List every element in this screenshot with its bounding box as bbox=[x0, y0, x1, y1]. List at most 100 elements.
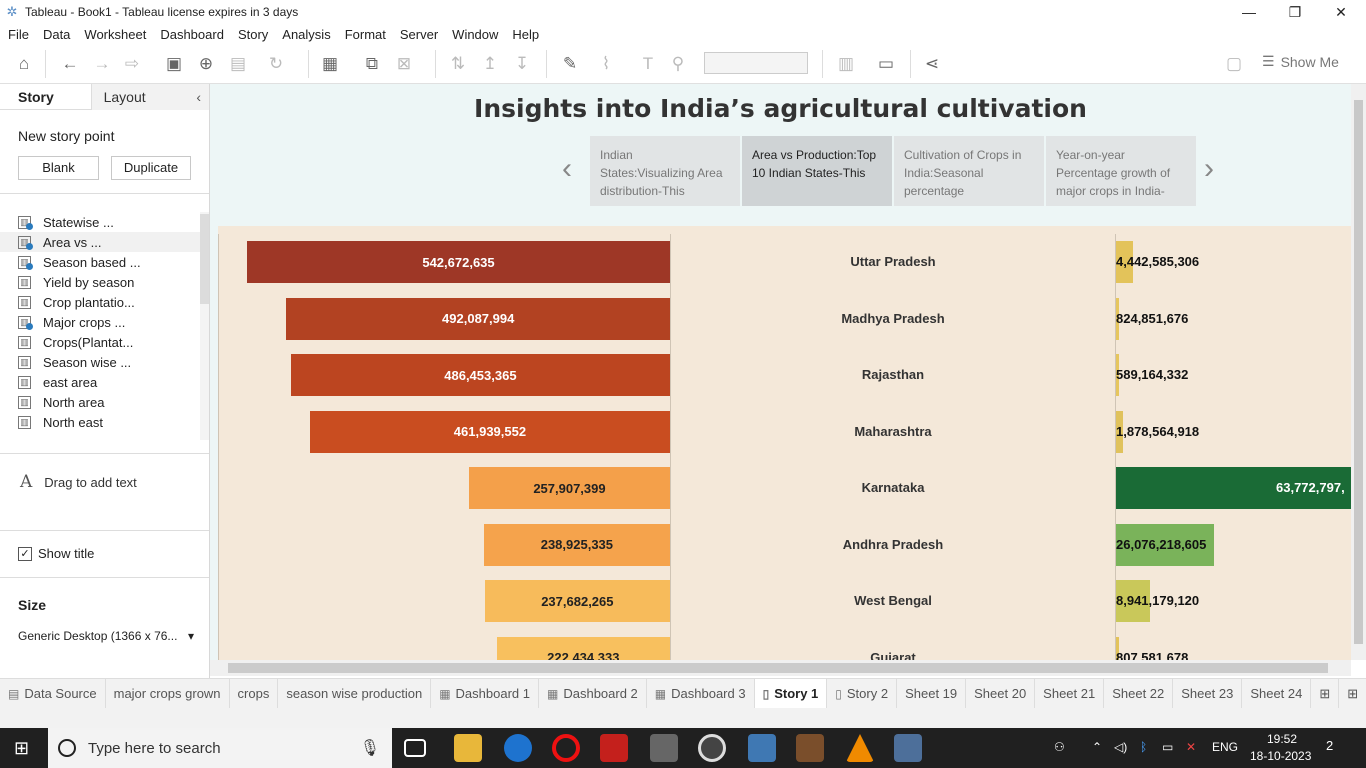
menu-window[interactable]: Window bbox=[452, 27, 498, 42]
horizontal-scroll-thumb[interactable] bbox=[228, 663, 1328, 673]
pause-auto-update-icon[interactable]: ▤ bbox=[226, 52, 250, 76]
network-icon[interactable]: ✕ bbox=[1186, 740, 1196, 754]
game-app-icon[interactable] bbox=[796, 734, 824, 762]
sort-descending-icon[interactable]: ↧ bbox=[510, 52, 534, 76]
story-point-3[interactable]: Cultivation of Crops in India:Seasonal p… bbox=[894, 136, 1044, 206]
state-label[interactable]: Maharashtra bbox=[670, 424, 1116, 439]
tableau-taskbar-icon[interactable] bbox=[894, 734, 922, 762]
media-player-icon[interactable] bbox=[698, 734, 726, 762]
sheet-list-item[interactable]: ▥ Major crops ... bbox=[0, 312, 200, 332]
highlight-icon[interactable]: ✎ bbox=[558, 52, 582, 76]
fix-axes-icon[interactable]: ⚲ bbox=[666, 52, 690, 76]
menu-data[interactable]: Data bbox=[43, 27, 70, 42]
menu-server[interactable]: Server bbox=[400, 27, 438, 42]
size-dropdown[interactable]: Generic Desktop (1366 x 76... ▾ bbox=[18, 629, 194, 643]
acrobat-icon[interactable] bbox=[600, 734, 628, 762]
area-bar[interactable]: 486,453,365 bbox=[290, 354, 670, 396]
area-bar[interactable]: 257,907,399 bbox=[468, 467, 670, 509]
file-explorer-icon[interactable] bbox=[454, 734, 482, 762]
area-bar[interactable]: 492,087,994 bbox=[286, 297, 670, 340]
fit-select[interactable] bbox=[704, 52, 808, 74]
new-data-source-icon[interactable]: ⊕ bbox=[194, 52, 218, 76]
sheet-list-item[interactable]: ▥ Crops(Plantat... bbox=[0, 332, 200, 352]
paint-format-icon[interactable]: ▢ bbox=[1222, 52, 1246, 76]
sheet-tab[interactable]: Sheet 23 bbox=[1173, 678, 1243, 709]
replay-icon[interactable]: ⇨ bbox=[120, 52, 144, 76]
sort-ascending-icon[interactable]: ↥ bbox=[478, 52, 502, 76]
state-label[interactable]: West Bengal bbox=[670, 593, 1116, 608]
menu-file[interactable]: File bbox=[8, 27, 29, 42]
restore-button[interactable]: ❐ bbox=[1272, 0, 1318, 24]
sheet-list-item[interactable]: ▥ Season wise ... bbox=[0, 352, 200, 372]
show-title-checkbox[interactable]: ✓ bbox=[18, 546, 32, 561]
state-label[interactable]: Uttar Pradesh bbox=[670, 254, 1116, 269]
canvas-vertical-scrollbar[interactable] bbox=[1351, 84, 1366, 660]
sheet-tab[interactable]: ▦ Dashboard 2 bbox=[539, 678, 647, 709]
sheet-list-item[interactable]: ▥ Statewise ... bbox=[0, 212, 200, 232]
new-worksheet-tab-icon[interactable]: ⊞ bbox=[1339, 679, 1366, 709]
sheet-tab[interactable]: major crops grown bbox=[106, 678, 230, 709]
collapse-panel-icon[interactable]: ‹ bbox=[196, 84, 201, 110]
undo-icon[interactable]: ← bbox=[58, 52, 82, 76]
opera-icon[interactable] bbox=[552, 734, 580, 762]
tab-layout[interactable]: Layout ‹ bbox=[91, 84, 209, 110]
menu-analysis[interactable]: Analysis bbox=[282, 27, 330, 42]
new-worksheet-icon[interactable]: ▦ bbox=[318, 52, 342, 76]
story-point-2[interactable]: Area vs Production:Top 10 Indian States-… bbox=[742, 136, 892, 206]
show-cards-icon[interactable]: ▥ bbox=[834, 52, 858, 76]
group-members-icon[interactable]: ⌇ bbox=[594, 52, 618, 76]
area-bar[interactable]: 237,682,265 bbox=[484, 580, 670, 622]
next-story-point-icon[interactable]: › bbox=[1204, 152, 1214, 186]
sheet-list-item[interactable]: ▥ Crop plantatio... bbox=[0, 292, 200, 312]
volume-icon[interactable]: ◁) bbox=[1114, 740, 1127, 754]
swap-rows-columns-icon[interactable]: ⇅ bbox=[446, 52, 470, 76]
save-icon[interactable]: ▣ bbox=[162, 52, 186, 76]
menu-worksheet[interactable]: Worksheet bbox=[84, 27, 146, 42]
sheet-list-item[interactable]: ▥ east area bbox=[0, 372, 200, 392]
vlc-icon[interactable] bbox=[846, 734, 874, 762]
microphone-icon[interactable]: 🎙 bbox=[360, 738, 380, 758]
sheet-tab[interactable]: ▦ Dashboard 1 bbox=[431, 678, 539, 709]
state-label[interactable]: Madhya Pradesh bbox=[670, 311, 1116, 326]
state-label[interactable]: Andhra Pradesh bbox=[670, 537, 1116, 552]
refresh-icon[interactable]: ↻ bbox=[264, 52, 288, 76]
state-label[interactable]: Rajasthan bbox=[670, 367, 1116, 382]
language-indicator[interactable]: ENG bbox=[1212, 740, 1238, 754]
drag-to-add-text[interactable]: A Drag to add text bbox=[20, 472, 137, 492]
duplicate-button[interactable]: Duplicate bbox=[111, 156, 191, 180]
people-icon[interactable]: ⚇ bbox=[1054, 740, 1065, 754]
sheet-tab[interactable]: Sheet 20 bbox=[966, 678, 1036, 709]
sheet-tab[interactable]: season wise production bbox=[278, 678, 432, 709]
sheet-tab[interactable]: Sheet 21 bbox=[1035, 678, 1105, 709]
clear-sheet-icon[interactable]: ⊠ bbox=[392, 52, 416, 76]
state-label[interactable]: Karnataka bbox=[670, 480, 1116, 495]
taskbar-search[interactable]: Type here to search 🎙 bbox=[48, 728, 392, 768]
new-data-source-tab-icon[interactable]: ⊞ bbox=[1311, 678, 1340, 709]
area-bar[interactable]: 461,939,552 bbox=[309, 410, 670, 453]
sheet-list-item[interactable]: ▥ Area vs ... bbox=[0, 232, 200, 252]
duplicate-sheet-icon[interactable]: ⧉ bbox=[360, 52, 384, 76]
area-bar[interactable]: 222,434,333 bbox=[496, 636, 670, 660]
clock[interactable]: 19:52 bbox=[1262, 732, 1302, 746]
show-me-button[interactable]: ☰ Show Me bbox=[1262, 53, 1339, 70]
blank-button[interactable]: Blank bbox=[18, 156, 99, 180]
tab-story[interactable]: Story bbox=[0, 84, 92, 110]
menu-story[interactable]: Story bbox=[238, 27, 268, 42]
python-icon[interactable] bbox=[748, 734, 776, 762]
show-mark-labels-icon[interactable]: T bbox=[636, 52, 660, 76]
state-label[interactable]: Gujarat bbox=[670, 650, 1116, 661]
sheet-tab[interactable]: ▦ Dashboard 3 bbox=[647, 678, 755, 709]
canvas-horizontal-scrollbar[interactable] bbox=[210, 660, 1351, 676]
sheet-list-scroll-thumb[interactable] bbox=[200, 214, 209, 304]
show-title-toggle[interactable]: ✓ Show title bbox=[18, 546, 94, 561]
edge-icon[interactable] bbox=[504, 734, 532, 762]
sheet-list-item[interactable]: ▥ North east bbox=[0, 412, 200, 432]
windows-start-icon[interactable]: ⊞ bbox=[14, 738, 29, 759]
area-bar[interactable]: 238,925,335 bbox=[483, 523, 670, 566]
bluetooth-icon[interactable]: ᛒ bbox=[1140, 740, 1147, 754]
task-view-icon[interactable] bbox=[404, 739, 426, 757]
home-icon[interactable]: ⌂ bbox=[12, 52, 36, 76]
story-point-1[interactable]: Indian States:Visualizing Area distribut… bbox=[590, 136, 740, 206]
redo-icon[interactable]: → bbox=[90, 52, 114, 76]
battery-icon[interactable]: ▭ bbox=[1162, 740, 1173, 754]
